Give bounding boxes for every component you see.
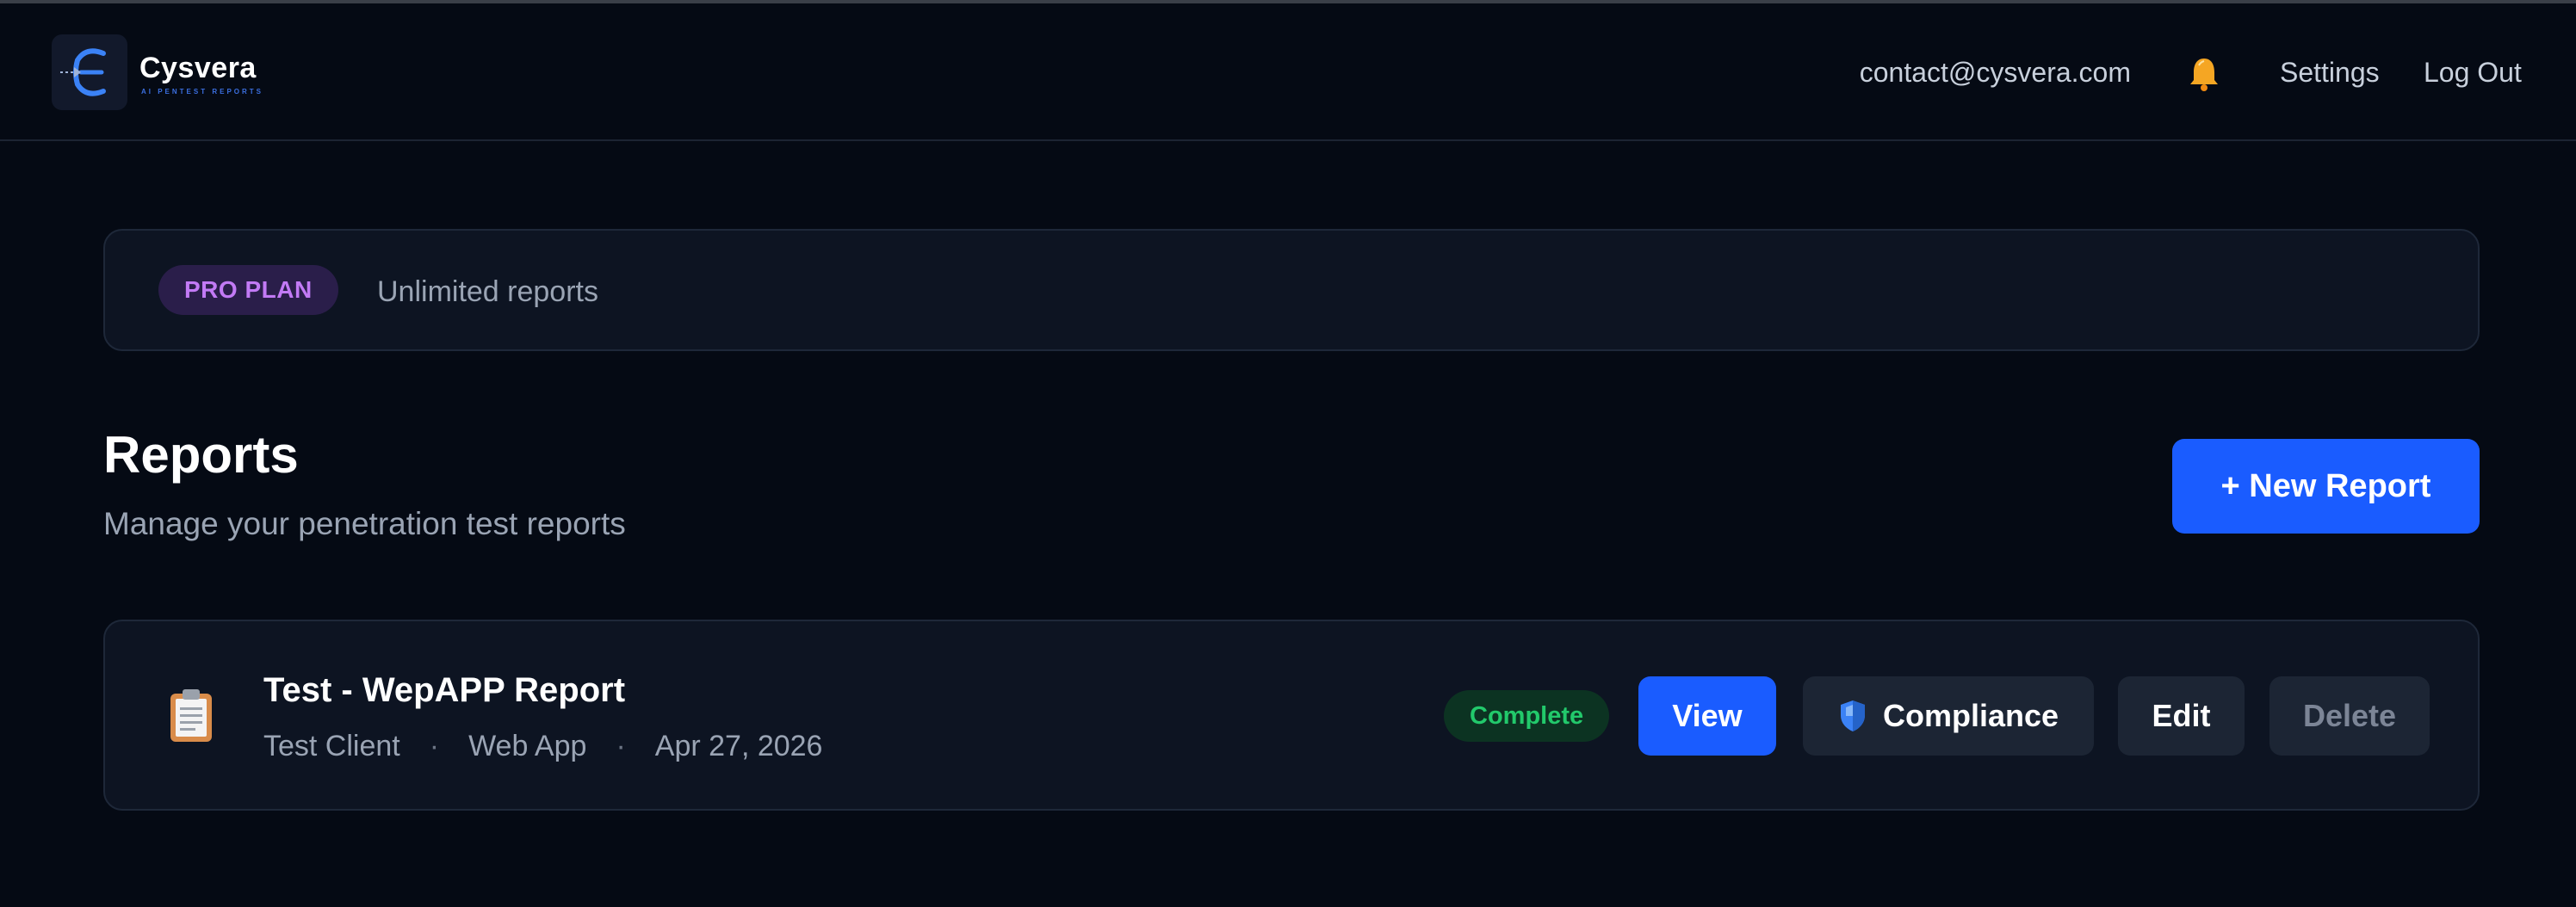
clipboard-icon bbox=[167, 687, 215, 743]
delete-button[interactable]: Delete bbox=[2269, 676, 2430, 756]
plan-description: Unlimited reports bbox=[377, 275, 598, 308]
brand-tagline: AI PENTEST REPORTS bbox=[141, 88, 264, 96]
settings-link[interactable]: Settings bbox=[2280, 57, 2380, 89]
report-list-item: Test - WepAPP Report Test Client · Web A… bbox=[103, 620, 2480, 811]
new-report-button[interactable]: + New Report bbox=[2172, 439, 2480, 534]
compliance-button[interactable]: Compliance bbox=[1803, 676, 2094, 756]
logout-link[interactable]: Log Out bbox=[2424, 57, 2522, 89]
plan-badge: PRO PLAN bbox=[158, 265, 338, 315]
report-type: Web App bbox=[468, 730, 587, 762]
report-title[interactable]: Test - WepAPP Report bbox=[263, 671, 625, 710]
bell-icon[interactable] bbox=[2187, 55, 2221, 93]
page-title: Reports bbox=[103, 426, 299, 484]
status-badge: Complete bbox=[1444, 690, 1610, 742]
edit-button[interactable]: Edit bbox=[2118, 676, 2245, 756]
report-client: Test Client bbox=[263, 730, 400, 762]
view-button[interactable]: View bbox=[1638, 676, 1776, 756]
page-subtitle: Manage your penetration test reports bbox=[103, 506, 626, 541]
plan-banner: PRO PLAN Unlimited reports bbox=[103, 229, 2480, 351]
account-email[interactable]: contact@cysvera.com bbox=[1860, 57, 2131, 89]
compliance-label: Compliance bbox=[1882, 698, 2059, 733]
meta-separator: · bbox=[429, 730, 440, 762]
top-nav: Cysvera AI PENTEST REPORTS contact@cysve… bbox=[0, 3, 2576, 141]
brand-name: Cysvera bbox=[139, 52, 257, 84]
shield-icon bbox=[1838, 699, 1867, 733]
report-meta: Test Client · Web App · Apr 27, 2026 bbox=[263, 730, 822, 763]
meta-separator: · bbox=[616, 730, 626, 762]
report-date: Apr 27, 2026 bbox=[654, 730, 823, 762]
logo-icon[interactable] bbox=[52, 34, 127, 110]
